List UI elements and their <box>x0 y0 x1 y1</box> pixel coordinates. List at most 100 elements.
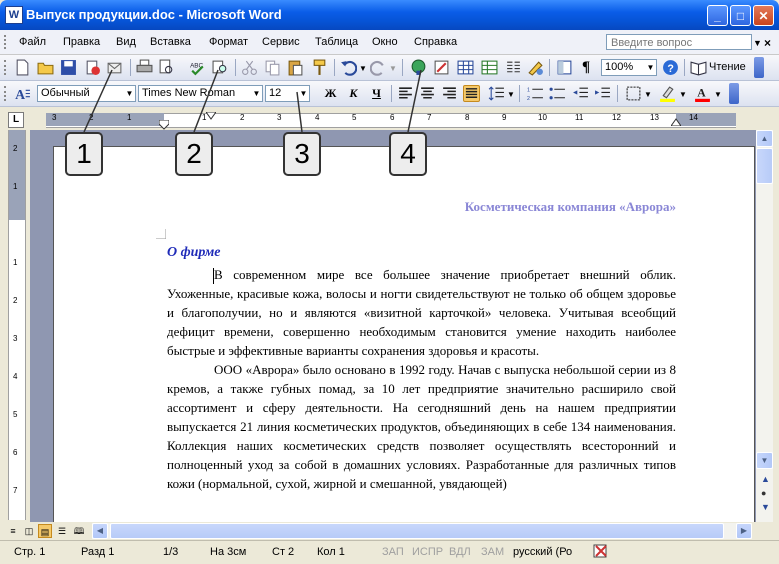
menu-format[interactable]: Формат <box>209 36 248 48</box>
status-overtype[interactable]: ЗАМ <box>481 546 504 558</box>
menu-edit[interactable]: Правка <box>63 36 100 48</box>
horizontal-scrollbar[interactable]: ◀ ▶ <box>92 523 752 539</box>
highlight-dropdown-icon[interactable]: ▼ <box>679 90 687 99</box>
outline-view-icon[interactable]: ☰ <box>55 524 69 538</box>
scroll-right-button[interactable]: ▶ <box>736 523 752 539</box>
menu-file[interactable]: Файл <box>19 36 46 48</box>
font-combo[interactable]: Times New Roman ▼ <box>138 85 263 102</box>
tables-borders-icon[interactable] <box>433 59 450 76</box>
word-app-icon[interactable]: W <box>5 6 23 24</box>
open-folder-icon[interactable] <box>37 59 54 76</box>
normal-view-icon[interactable]: ≡ <box>6 524 20 538</box>
document-close-icon[interactable]: × <box>764 36 771 50</box>
scroll-left-button[interactable]: ◀ <box>92 523 108 539</box>
document-body[interactable]: В современном мире все большее значение … <box>167 265 676 493</box>
print-layout-icon[interactable]: ▤ <box>38 524 52 538</box>
toolbar-grip[interactable] <box>4 60 9 75</box>
italic-button[interactable]: К <box>345 86 362 101</box>
align-left-icon[interactable] <box>397 85 414 102</box>
status-extend[interactable]: ВДЛ <box>449 546 471 558</box>
scroll-up-button[interactable]: ▲ <box>756 130 773 147</box>
vertical-scrollbar[interactable]: ▲ ▼ ▲ ● ▼ <box>756 130 773 522</box>
justify-button[interactable] <box>463 85 480 102</box>
vertical-ruler[interactable]: 2 1 1 2 3 4 5 6 7 <box>8 130 26 520</box>
styles-formatting-icon[interactable]: A <box>14 85 31 102</box>
help-question-input[interactable]: Введите вопрос <box>606 34 752 50</box>
font-color-dropdown-icon[interactable]: ▼ <box>714 90 722 99</box>
menu-insert[interactable]: Вставка <box>150 36 191 48</box>
numbering-icon[interactable]: 12 <box>527 85 544 102</box>
undo-dropdown-icon[interactable]: ▼ <box>359 64 367 73</box>
insert-table-icon[interactable] <box>457 59 474 76</box>
columns-icon[interactable] <box>505 59 522 76</box>
next-page-icon[interactable]: ▼ <box>761 502 770 512</box>
bullets-icon[interactable] <box>549 85 566 102</box>
line-spacing-icon[interactable] <box>488 85 505 102</box>
chevron-down-icon[interactable]: ▼ <box>298 86 309 101</box>
maximize-button[interactable]: □ <box>730 5 751 26</box>
document-map-icon[interactable] <box>556 59 573 76</box>
help-icon[interactable]: ? <box>662 59 679 76</box>
redo-icon[interactable] <box>370 59 387 76</box>
chevron-down-icon[interactable]: ▼ <box>251 86 262 101</box>
borders-icon[interactable] <box>625 85 642 102</box>
line-spacing-dropdown-icon[interactable]: ▼ <box>507 90 515 99</box>
print-icon[interactable] <box>136 59 153 76</box>
minimize-button[interactable]: _ <box>707 5 728 26</box>
menu-help[interactable]: Справка <box>414 36 457 48</box>
document-paragraph[interactable]: ООО «Аврора» было основано в 1992 году. … <box>167 360 676 493</box>
font-color-icon[interactable]: A <box>694 85 711 102</box>
toolbar-grip[interactable] <box>4 86 9 101</box>
permission-icon[interactable] <box>84 59 101 76</box>
toolbar-grip[interactable] <box>4 35 9 49</box>
show-formatting-icon[interactable]: ¶ <box>582 59 590 76</box>
drawing-icon[interactable] <box>527 59 544 76</box>
menu-tools[interactable]: Сервис <box>262 36 300 48</box>
menu-window[interactable]: Окно <box>372 36 398 48</box>
document-paragraph[interactable]: В современном мире все большее значение … <box>167 265 676 360</box>
document-page[interactable]: Косметическая компания «Аврора» О фирме … <box>53 146 755 522</box>
toolbar-options-button[interactable] <box>754 57 764 78</box>
close-button[interactable]: ✕ <box>753 5 774 26</box>
zoom-combo[interactable]: 100% ▼ <box>601 59 657 76</box>
format-painter-icon[interactable] <box>311 59 328 76</box>
paste-icon[interactable] <box>287 59 304 76</box>
menu-view[interactable]: Вид <box>116 36 136 48</box>
browse-object-icon[interactable]: ● <box>761 488 766 498</box>
underline-button[interactable]: Ч <box>368 86 385 101</box>
spelling-status-icon[interactable] <box>592 544 610 560</box>
toolbar-options-button[interactable] <box>729 83 739 104</box>
left-indent-marker[interactable] <box>159 120 169 130</box>
cut-icon[interactable] <box>241 59 258 76</box>
bold-button[interactable]: Ж <box>322 86 339 101</box>
spelling-icon[interactable]: ABC <box>189 59 206 76</box>
hyperlink-icon[interactable] <box>410 59 427 76</box>
document-area[interactable]: Косметическая компания «Аврора» О фирме … <box>30 130 756 522</box>
decrease-indent-icon[interactable] <box>572 85 589 102</box>
right-indent-marker[interactable] <box>671 118 681 126</box>
horizontal-ruler[interactable]: L 3 2 1 1 2 3 4 5 6 7 8 9 10 11 12 13 14 <box>0 110 779 130</box>
save-icon[interactable] <box>60 59 77 76</box>
redo-dropdown-icon[interactable]: ▼ <box>389 64 397 73</box>
web-view-icon[interactable]: ◫ <box>22 524 36 538</box>
scroll-down-button[interactable]: ▼ <box>756 452 773 469</box>
email-icon[interactable] <box>106 59 123 76</box>
menu-table[interactable]: Таблица <box>315 36 358 48</box>
align-center-icon[interactable] <box>419 85 436 102</box>
print-preview-icon[interactable] <box>158 59 175 76</box>
insert-excel-icon[interactable] <box>481 59 498 76</box>
reading-mode-button[interactable]: Чтение <box>709 61 746 73</box>
status-track-changes[interactable]: ИСПР <box>412 546 443 558</box>
research-icon[interactable] <box>212 59 229 76</box>
align-right-icon[interactable] <box>441 85 458 102</box>
help-dropdown-icon[interactable]: ▼ <box>753 38 762 48</box>
status-record[interactable]: ЗАП <box>382 546 404 558</box>
highlight-icon[interactable] <box>659 85 676 102</box>
previous-page-icon[interactable]: ▲ <box>761 474 770 484</box>
increase-indent-icon[interactable] <box>594 85 611 102</box>
chevron-down-icon[interactable]: ▼ <box>645 60 656 75</box>
first-line-indent-marker[interactable] <box>206 112 216 120</box>
new-document-icon[interactable] <box>14 59 31 76</box>
read-book-icon[interactable] <box>690 59 707 76</box>
chevron-down-icon[interactable]: ▼ <box>124 86 135 101</box>
